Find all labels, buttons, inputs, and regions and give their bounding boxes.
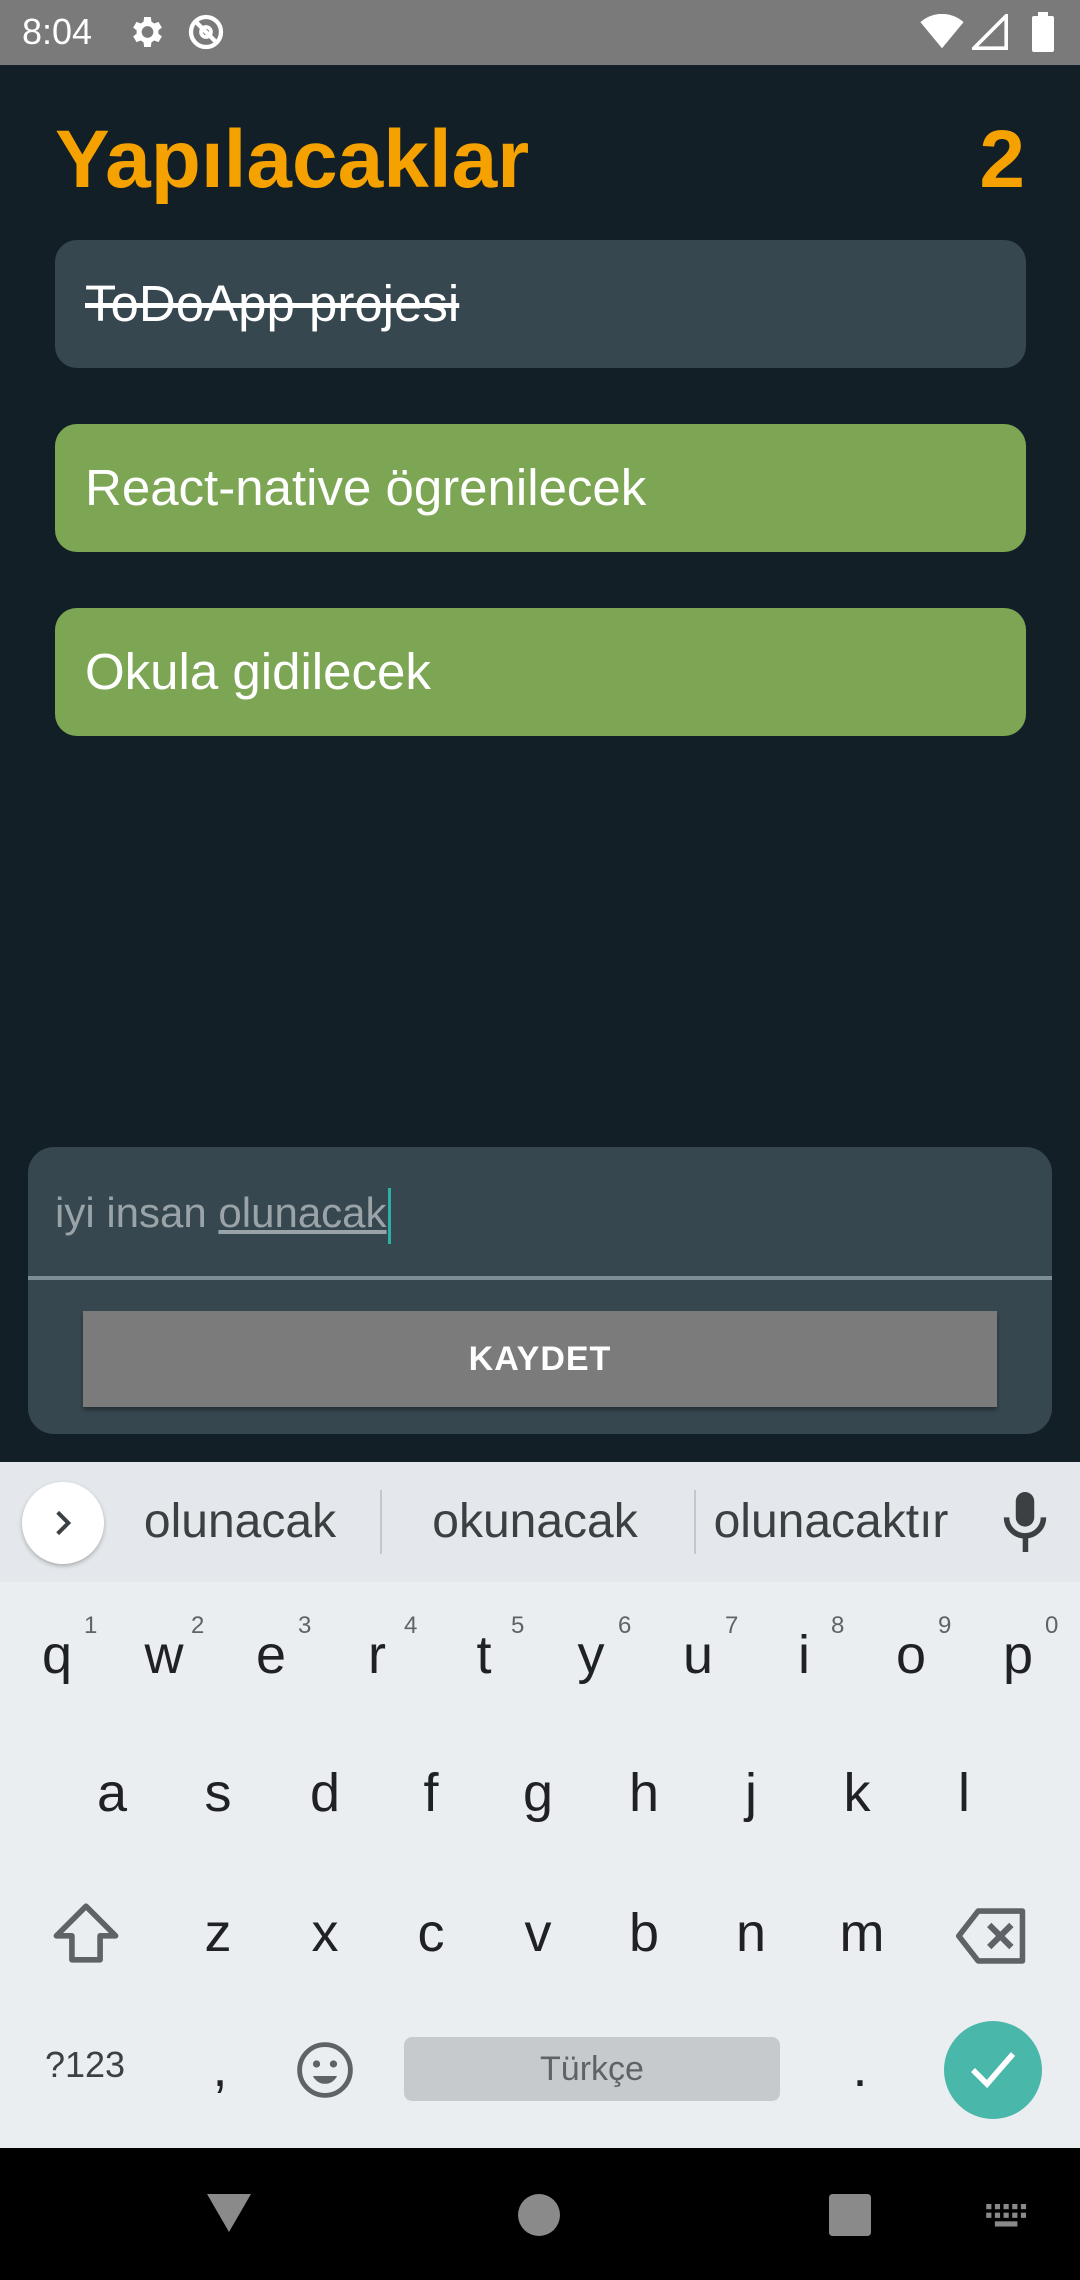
- status-indicators: [920, 10, 1060, 54]
- emoji-icon[interactable]: [296, 2041, 354, 2099]
- input-underline: [28, 1276, 1052, 1280]
- status-bar: 8:04: [0, 0, 1080, 65]
- key-hint: 5: [511, 1612, 525, 1639]
- battery-icon: [1032, 12, 1054, 52]
- key-label: q: [41, 1625, 73, 1685]
- key-hint: 9: [938, 1612, 952, 1639]
- keyboard-switch-icon[interactable]: [986, 2204, 1028, 2230]
- new-todo-input[interactable]: iyi insan olunacak: [28, 1147, 1052, 1283]
- key-p[interactable]: p0: [978, 1612, 1058, 1704]
- text-caret: [387, 1187, 391, 1244]
- todo-item[interactable]: React-native ögrenilecek: [55, 424, 1026, 552]
- symbols-key[interactable]: ?123: [30, 2044, 140, 2086]
- todo-text: ToDoApp projesi: [85, 275, 460, 332]
- home-icon[interactable]: [518, 2194, 560, 2236]
- spacebar[interactable]: Türkçe: [404, 2037, 780, 2101]
- key-l[interactable]: l: [924, 1762, 1004, 1824]
- key-hint: 4: [404, 1612, 418, 1639]
- key-c[interactable]: c: [391, 1902, 471, 1964]
- backspace-icon[interactable]: [956, 1908, 1028, 1964]
- suggestion-3[interactable]: olunacaktır: [706, 1462, 956, 1582]
- key-b[interactable]: b: [604, 1902, 684, 1964]
- key-label: r: [368, 1625, 386, 1685]
- key-hint: 2: [191, 1612, 205, 1639]
- key-n[interactable]: n: [711, 1902, 791, 1964]
- key-f[interactable]: f: [391, 1762, 471, 1824]
- key-q[interactable]: q1: [17, 1612, 97, 1704]
- signal-icon: [972, 14, 1008, 50]
- keyboard-expand-button[interactable]: [22, 1482, 104, 1564]
- key-k[interactable]: k: [817, 1762, 897, 1824]
- microphone-icon[interactable]: [1000, 1492, 1050, 1552]
- key-j[interactable]: j: [711, 1762, 791, 1824]
- input-value: iyi insan olunacak: [55, 1183, 391, 1244]
- suggestion-1[interactable]: olunacak: [120, 1462, 360, 1582]
- key-label: o: [895, 1625, 927, 1685]
- page-title: Yapılacaklar: [55, 114, 530, 205]
- pending-count: 2: [979, 114, 1025, 205]
- key-label: y: [577, 1625, 605, 1685]
- key-hint: 8: [831, 1612, 845, 1639]
- shift-icon[interactable]: [52, 1902, 120, 1964]
- key-h[interactable]: h: [604, 1762, 684, 1824]
- new-todo-card: iyi insan olunacak KAYDET: [28, 1147, 1052, 1434]
- do-not-disturb-icon: [188, 14, 224, 50]
- todo-list: ToDoApp projesi React-native ögrenilecek…: [55, 240, 1026, 792]
- key-hint: 7: [725, 1612, 739, 1639]
- back-icon[interactable]: [205, 2192, 253, 2234]
- key-label: w: [144, 1625, 184, 1685]
- recents-icon[interactable]: [829, 2194, 871, 2236]
- soft-keyboard: olunacak okunacak olunacaktır q1 w2 e3 r…: [0, 1462, 1080, 2148]
- wifi-icon: [920, 14, 964, 49]
- key-hint: 1: [84, 1612, 98, 1639]
- key-y[interactable]: y6: [551, 1612, 632, 1704]
- key-label: t: [476, 1625, 492, 1685]
- todo-app: Yapılacaklar 2 ToDoApp projesi React-nat…: [0, 65, 1080, 1460]
- key-period[interactable]: .: [830, 2037, 890, 2099]
- key-t[interactable]: t5: [444, 1612, 524, 1704]
- key-s[interactable]: s: [178, 1762, 258, 1824]
- key-g[interactable]: g: [498, 1762, 578, 1824]
- key-label: p: [1002, 1625, 1034, 1685]
- todo-text: Okula gidilecek: [85, 643, 431, 700]
- status-time: 8:04: [22, 11, 93, 52]
- key-label: i: [798, 1625, 810, 1685]
- key-u[interactable]: u7: [658, 1612, 738, 1704]
- key-label: u: [682, 1625, 714, 1685]
- suggestion-2[interactable]: okunacak: [400, 1462, 670, 1582]
- key-z[interactable]: z: [178, 1902, 258, 1964]
- key-v[interactable]: v: [498, 1902, 578, 1964]
- todo-item[interactable]: Okula gidilecek: [55, 608, 1026, 736]
- enter-key[interactable]: [944, 2021, 1042, 2119]
- save-button[interactable]: KAYDET: [83, 1311, 997, 1407]
- key-label: e: [255, 1625, 287, 1685]
- suggestion-divider: [694, 1490, 696, 1554]
- checkmark-icon: [971, 2052, 1016, 2089]
- key-d[interactable]: d: [285, 1762, 365, 1824]
- key-i[interactable]: i8: [764, 1612, 844, 1704]
- key-e[interactable]: e3: [231, 1612, 311, 1704]
- key-w[interactable]: w2: [124, 1612, 205, 1704]
- navigation-bar: [0, 2148, 1080, 2280]
- key-comma[interactable]: ,: [190, 2037, 250, 2099]
- screen: 8:04 Yapılacaklar 2 ToDoApp projesi Reac…: [0, 0, 1080, 2280]
- key-hint: 6: [618, 1612, 632, 1639]
- chevron-right-icon: [56, 1510, 72, 1536]
- key-hint: 0: [1045, 1612, 1059, 1639]
- key-r[interactable]: r4: [337, 1612, 417, 1704]
- input-plain-text: iyi insan: [55, 1189, 219, 1236]
- key-a[interactable]: a: [72, 1762, 152, 1824]
- settings-icon: [133, 17, 162, 47]
- suggestion-bar: olunacak okunacak olunacaktır: [0, 1462, 1080, 1582]
- input-composing-text: olunacak: [218, 1189, 387, 1236]
- todo-text: React-native ögrenilecek: [85, 459, 647, 516]
- key-x[interactable]: x: [285, 1902, 365, 1964]
- suggestion-divider: [380, 1490, 382, 1554]
- key-m[interactable]: m: [817, 1902, 907, 1964]
- key-hint: 3: [298, 1612, 312, 1639]
- todo-item-completed[interactable]: ToDoApp projesi: [55, 240, 1026, 368]
- key-o[interactable]: o9: [871, 1612, 951, 1704]
